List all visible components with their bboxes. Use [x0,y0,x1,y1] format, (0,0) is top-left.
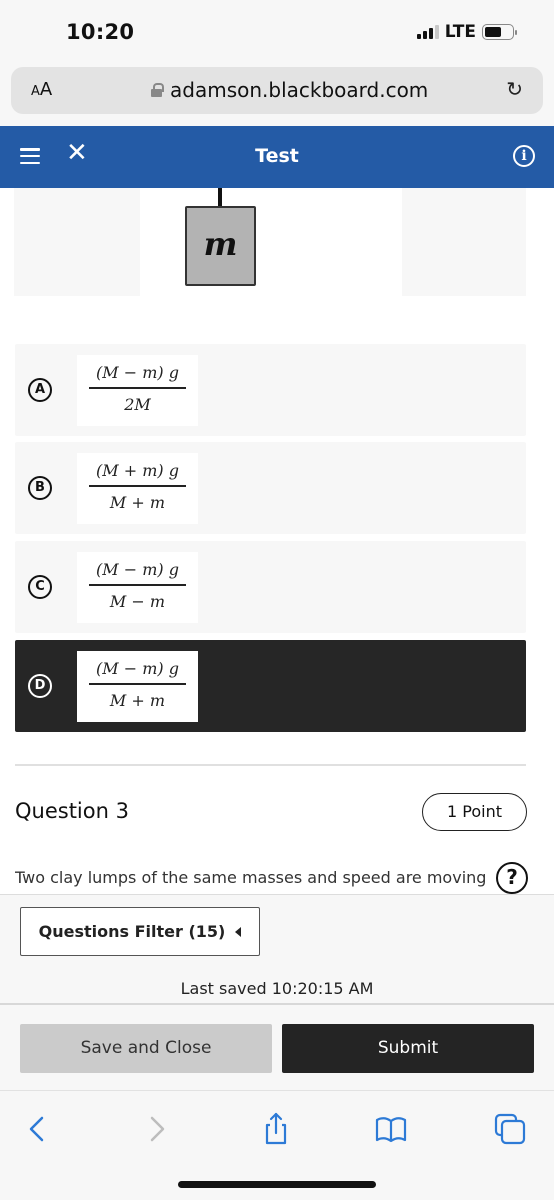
formula-denominator: M − m [109,591,166,611]
formula-denominator: M + m [109,492,166,512]
signal-icon [416,25,439,39]
formula-denominator: 2M [124,394,151,414]
figure-mass-block: m [185,206,256,286]
reload-icon[interactable]: ↻ [506,77,523,101]
caret-left-icon [235,926,242,937]
formula-denominator: M + m [109,690,166,710]
option-formula: (M + m) g M + m [77,453,198,524]
question-divider [15,764,526,766]
status-indicators: LTE [416,22,517,42]
formula-numerator: (M − m) g [96,363,179,382]
filter-label: Questions Filter (15) [38,922,226,941]
home-indicator[interactable] [178,1181,376,1188]
status-bar: 10:20 LTE [0,0,554,64]
test-content: m A (M − m) g 2M B (M + m) g M + m C (M … [0,188,554,1003]
save-and-close-button[interactable]: Save and Close [20,1024,272,1073]
app-header: ✕ Test i [0,126,554,188]
question-title: Question 3 [15,799,129,823]
url-field[interactable]: adamson.blackboard.com [151,78,428,102]
page-title: Test [255,145,299,167]
back-icon[interactable] [20,1111,56,1147]
figure-string [218,188,222,206]
option-formula: (M − m) g M + m [77,651,198,722]
last-saved-status: Last saved 10:20:15 AM [180,979,374,998]
submit-button[interactable]: Submit [282,1024,534,1073]
formula-numerator: (M + m) g [96,461,179,480]
option-formula: (M − m) g 2M [77,355,198,426]
figure-panel-left [14,188,140,296]
answer-option-a[interactable]: A (M − m) g 2M [15,344,526,436]
points-badge: 1 Point [422,793,527,831]
option-letter-icon: D [28,674,52,698]
help-bubble-icon[interactable]: ? [496,862,528,894]
answer-option-b[interactable]: B (M + m) g M + m [15,442,526,534]
option-letter-icon: B [28,476,52,500]
address-bar[interactable]: AA adamson.blackboard.com ↻ [11,67,543,114]
test-footer: Questions Filter (15) Last saved 10:20:1… [0,894,554,1090]
formula-numerator: (M − m) g [96,659,179,678]
forward-icon[interactable] [138,1111,174,1147]
option-letter-icon: C [28,575,52,599]
info-icon[interactable]: i [513,145,535,167]
text-size-button[interactable]: AA [31,79,52,100]
figure-panel-right [402,188,526,296]
answer-option-c[interactable]: C (M − m) g M − m [15,541,526,633]
status-time: 10:20 [66,20,135,44]
answer-option-d[interactable]: D (M − m) g M + m [15,640,526,732]
question-text: Two clay lumps of the same masses and sp… [15,868,487,887]
footer-divider [0,1003,554,1005]
battery-icon [482,24,517,40]
url-text: adamson.blackboard.com [170,78,429,102]
lock-icon [151,83,164,97]
questions-filter-button[interactable]: Questions Filter (15) [20,907,260,956]
share-icon[interactable] [258,1111,294,1147]
bookmarks-icon[interactable] [373,1111,409,1147]
tabs-icon[interactable] [492,1111,528,1147]
option-letter-icon: A [28,378,52,402]
network-type: LTE [444,22,476,42]
formula-numerator: (M − m) g [96,560,179,579]
option-formula: (M − m) g M − m [77,552,198,623]
